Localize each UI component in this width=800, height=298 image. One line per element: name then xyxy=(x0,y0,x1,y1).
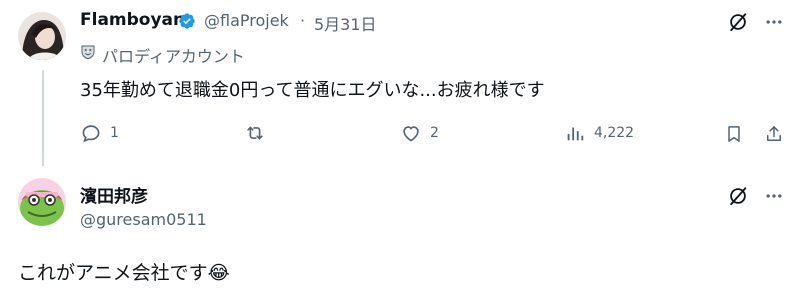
retweet-icon xyxy=(247,126,263,140)
author-handle[interactable]: @flaProjek xyxy=(204,11,289,30)
more-icon[interactable] xyxy=(762,10,786,34)
reply-author-name[interactable]: 濱田邦彦 xyxy=(80,182,148,207)
reply-text: これがアニメ会社です😂 xyxy=(18,262,230,284)
parody-label: パロディアカウント xyxy=(102,47,245,66)
like-count: 2 xyxy=(430,125,439,141)
reply-icon xyxy=(82,125,100,143)
thread-line xyxy=(42,70,44,166)
author-avatar[interactable] xyxy=(18,12,66,60)
meta-separator: · xyxy=(300,11,306,30)
retweet-button[interactable] xyxy=(244,122,274,144)
share-icon[interactable] xyxy=(762,122,786,146)
bookmark-icon[interactable] xyxy=(722,122,746,146)
like-icon xyxy=(403,126,419,142)
views-count: 4,222 xyxy=(594,125,635,141)
tweet-date[interactable]: 5月31日 xyxy=(314,11,377,35)
reply-author-handle[interactable]: @guresam0511 xyxy=(80,210,207,229)
reply-count: 1 xyxy=(110,125,119,141)
reply-more-icon[interactable] xyxy=(762,184,786,208)
reply-avatar[interactable] xyxy=(18,178,66,226)
tweet-text: 35年勤めて退職金0円って普通にエグいな...お疲れ様です xyxy=(80,80,545,101)
views-icon xyxy=(567,127,584,141)
parody-mask-icon xyxy=(80,44,96,60)
like-button[interactable]: 2 xyxy=(400,122,439,144)
avatar-image xyxy=(18,12,66,60)
author-name[interactable]: Flamboyan xyxy=(80,10,185,30)
reply-avatar-image xyxy=(18,178,66,226)
verified-badge-icon xyxy=(178,12,196,30)
grok-icon[interactable] xyxy=(726,10,750,34)
reply-grok-icon[interactable] xyxy=(726,184,750,208)
views-button[interactable]: 4,222 xyxy=(564,122,634,144)
reply-button[interactable]: 1 xyxy=(80,122,119,144)
